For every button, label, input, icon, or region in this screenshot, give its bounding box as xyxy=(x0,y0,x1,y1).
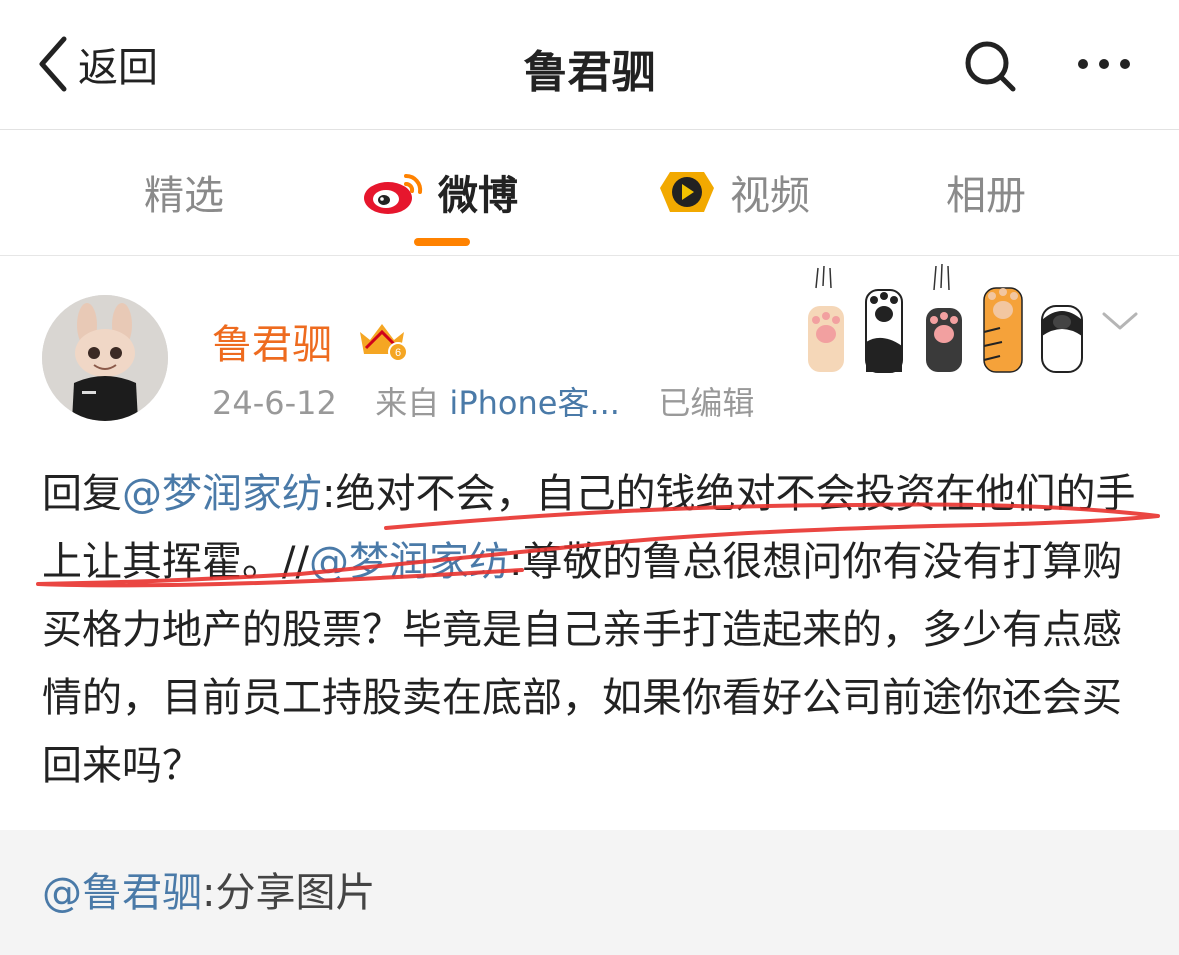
post-body: 回复@梦润家纺:绝对不会，自己的钱绝对不会投资在他们的手上让其挥霍。//@梦润家… xyxy=(42,460,1152,800)
vip-crown-badge-icon: 6 xyxy=(360,324,408,362)
profile-tabs: 精选 微博 视频 相册 xyxy=(0,130,1179,256)
tab-weibo[interactable]: 微博 xyxy=(362,160,518,224)
tab-video[interactable]: 视频 xyxy=(656,160,810,224)
cat-paws-decoration-icon xyxy=(808,263,1083,373)
tab-label: 精选 xyxy=(144,173,224,219)
shared-content-card[interactable]: @鲁君驷:分享图片 xyxy=(0,830,1179,955)
reply-prefix: 回复 xyxy=(42,471,122,517)
search-icon[interactable] xyxy=(962,38,1018,94)
post-source-link[interactable]: iPhone客... xyxy=(449,384,620,422)
video-play-icon xyxy=(656,166,718,218)
shared-content-text: @鲁君驷:分享图片 xyxy=(42,860,375,918)
edited-label: 已编辑 xyxy=(658,384,755,422)
chevron-down-icon[interactable] xyxy=(1098,306,1142,336)
avatar[interactable] xyxy=(42,295,168,421)
mention-link[interactable]: @梦润家纺 xyxy=(309,539,509,585)
top-nav-bar: 返回 鲁君驷 xyxy=(0,0,1179,130)
mention-link[interactable]: @梦润家纺 xyxy=(122,471,322,517)
svg-text:6: 6 xyxy=(395,347,401,359)
more-options-icon[interactable] xyxy=(1074,50,1134,78)
mention-link[interactable]: @鲁君驷 xyxy=(42,870,202,916)
tab-label: 微博 xyxy=(438,173,518,219)
source-prefix: 来自 xyxy=(375,384,440,422)
tab-featured[interactable]: 精选 xyxy=(144,160,224,224)
active-tab-indicator xyxy=(414,238,470,246)
tab-label: 视频 xyxy=(730,173,810,219)
repost-separator: // xyxy=(282,539,309,585)
tab-label: 相册 xyxy=(946,173,1026,219)
weibo-logo-icon xyxy=(362,168,426,216)
post-date: 24-6-12 xyxy=(212,384,337,422)
tab-album[interactable]: 相册 xyxy=(946,160,1026,224)
shared-caption: :分享图片 xyxy=(202,870,376,916)
author-name[interactable]: 鲁君驷 xyxy=(212,312,332,370)
post-meta: 24-6-12 来自 iPhone客... 已编辑 xyxy=(212,378,754,424)
